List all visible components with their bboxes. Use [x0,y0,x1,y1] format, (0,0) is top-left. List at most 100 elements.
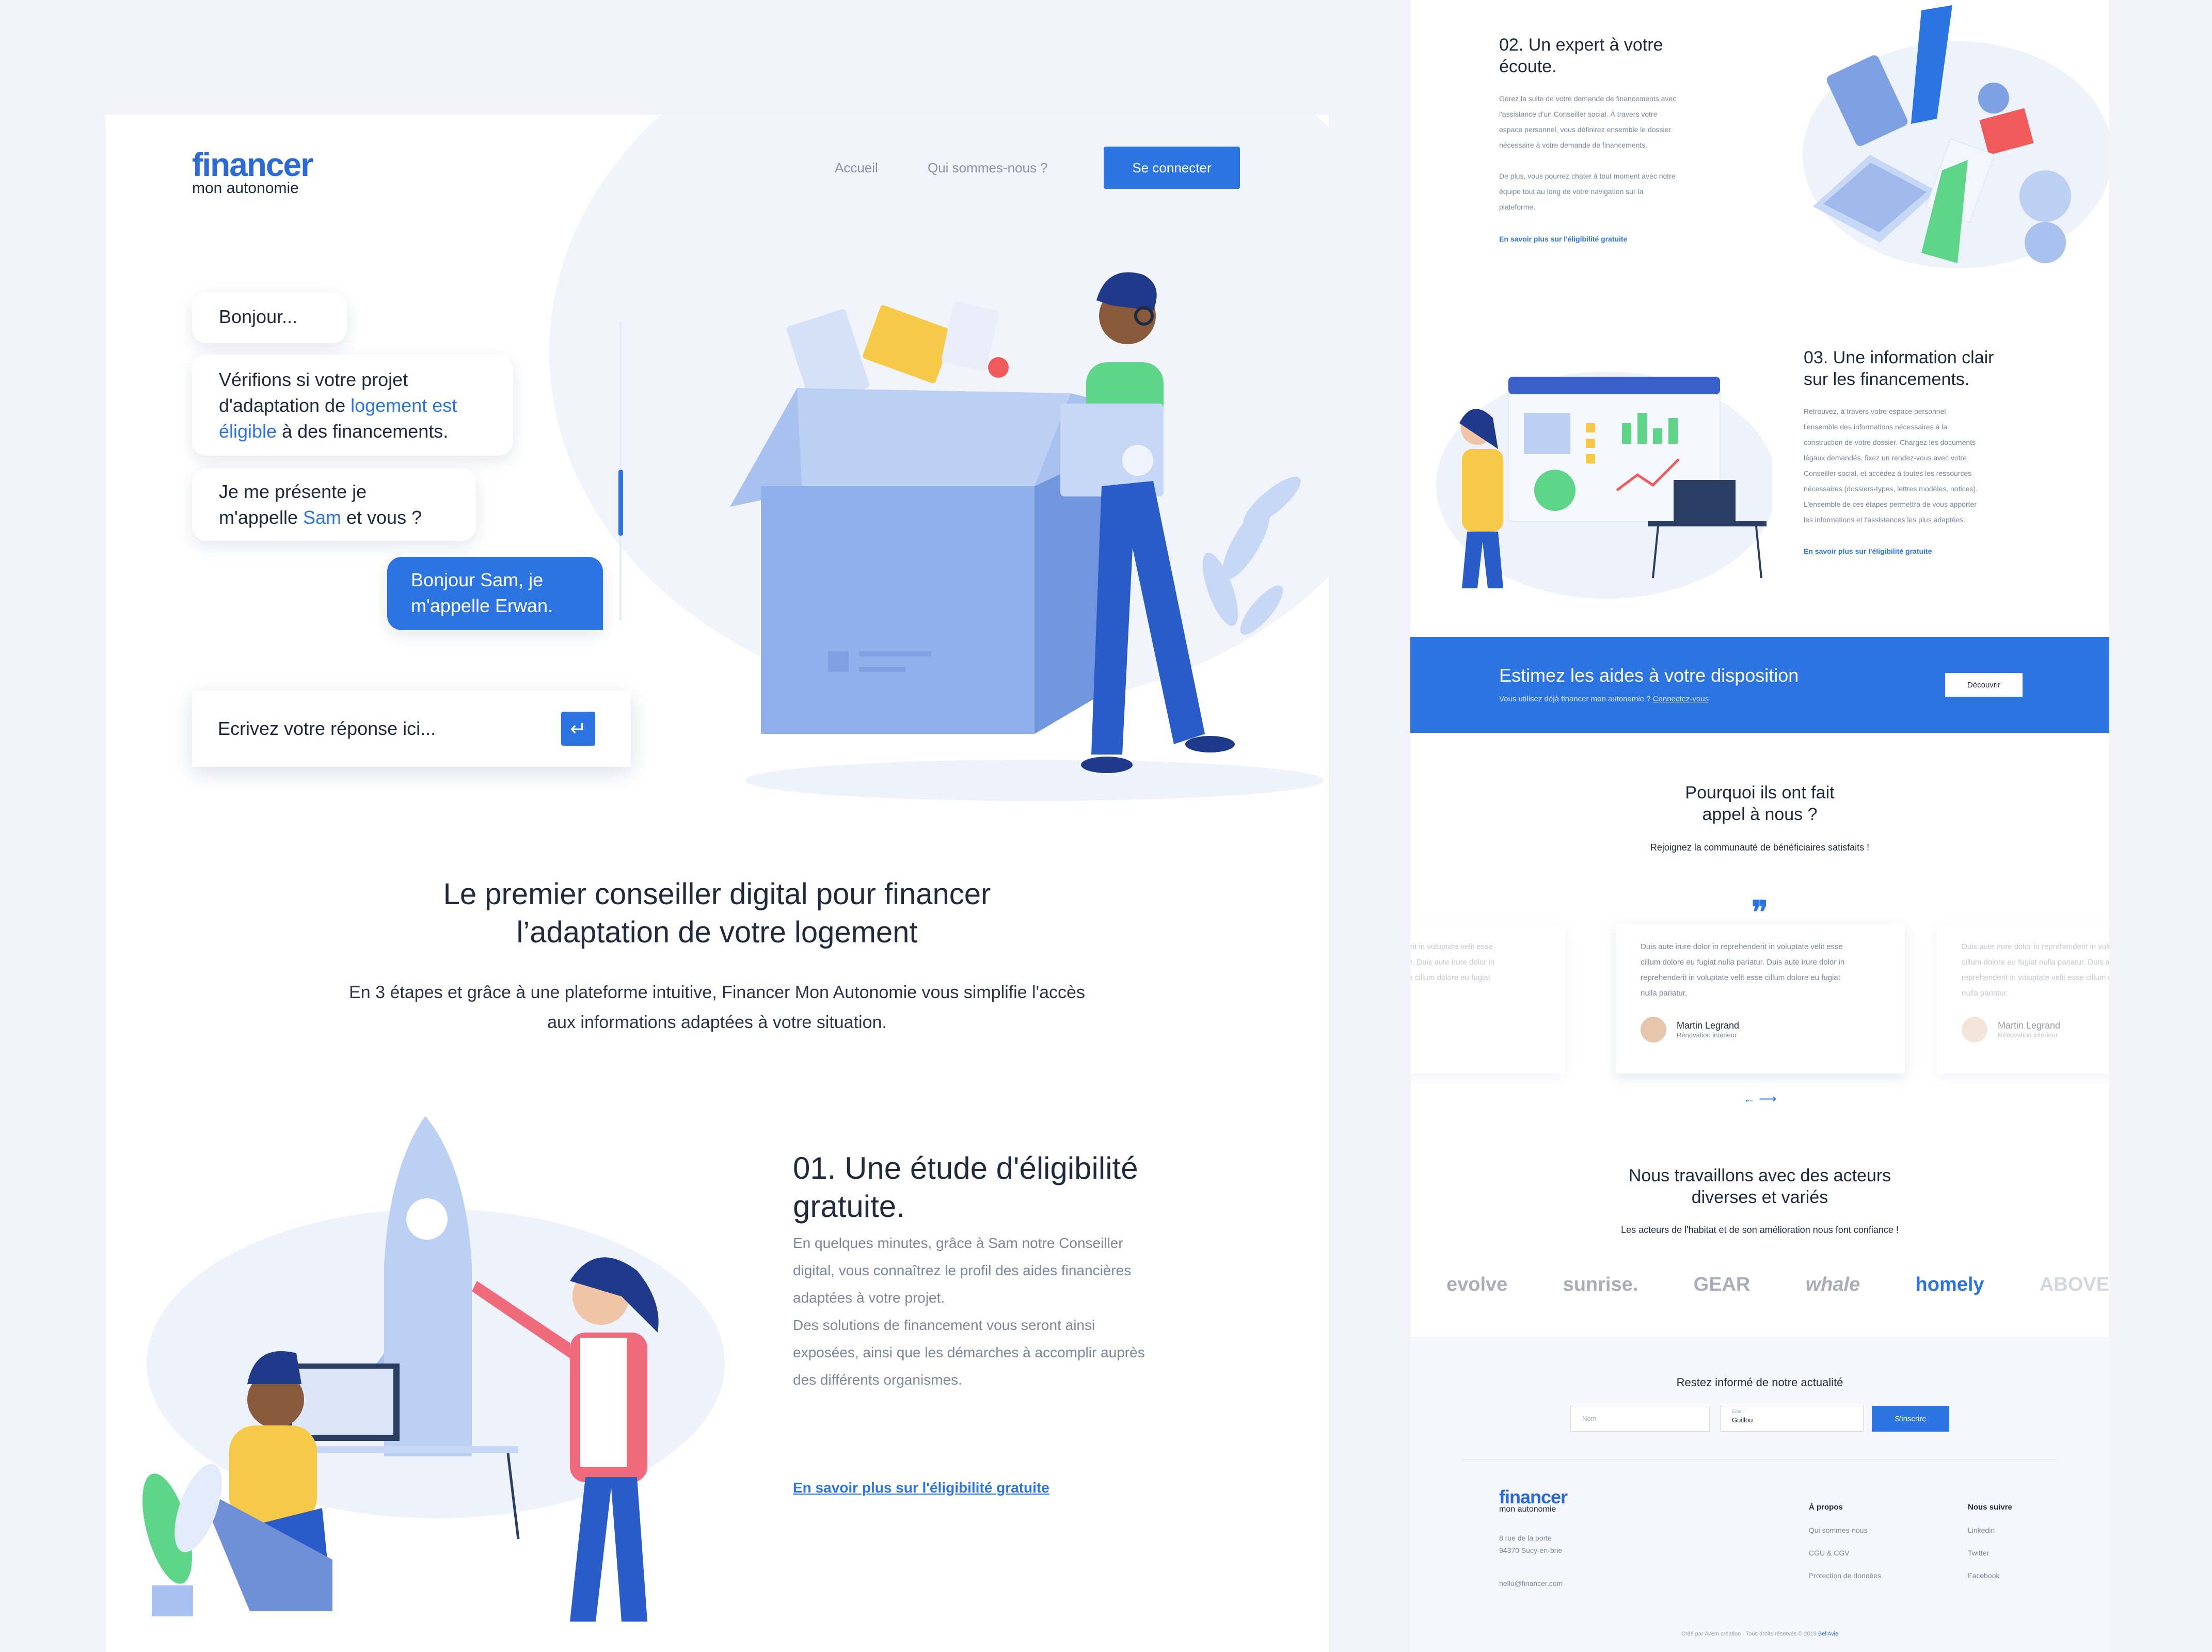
plant-icon [142,1464,222,1616]
step3-text-line: l'ensemble des informations nécessaires … [1804,423,1948,431]
partners-title: Nous travaillons avec des acteurs divers… [1410,1165,2109,1208]
carousel-arrows[interactable]: ← ⟶ [1410,1092,2109,1106]
footer: Restez informé de notre actualité Nom Em… [1410,1337,2109,1652]
step1-text-line: digital, vous connaîtrez le profil des a… [793,1262,1132,1278]
footer-divider [1462,1459,2058,1460]
logo-subtext: mon autonomie [192,180,299,197]
intro-text: En 3 étapes et grâce à une plateforme in… [105,977,1329,1037]
footer-email[interactable]: hello@financer.com [1499,1579,1563,1587]
plant-icon [1202,476,1301,635]
chat-bubble-intro: Je me présente je m'appelle Sam et vous … [192,469,476,541]
enter-icon: ↵ [570,718,586,740]
step1-text-line: adaptées à votre projet. [793,1290,945,1306]
nav-link-about[interactable]: Qui sommes-nous ? [928,160,1048,176]
testimonial-name: Martin Legrand [1998,1020,2061,1031]
partners-title-line: diverses et variés [1691,1188,1828,1207]
step2-text-line: plateforme. [1499,203,1536,211]
step3-illustration [1436,372,1772,599]
testimonial-role: Rénovation intérieur [1677,1031,1737,1039]
step3-text-line: Conseiller social, et accédez à toutes l… [1804,469,1972,477]
footer-link-facebook[interactable]: Facebook [1968,1564,2012,1587]
nav-link-accueil[interactable]: Accueil [835,160,878,176]
chat-text: Vérifions si votre projet [219,369,408,390]
chat-bubble-greeting: Bonjour... [192,293,347,343]
quote-icon: ❞ [1751,895,1769,929]
step2-text-line: nécessaire à votre demande de financemen… [1499,141,1648,149]
testimonial-role: Rénovation intérieur [1998,1031,2058,1039]
testimonial-card-prev[interactable]: Duis aute irure dolor in reprehenderit i… [1410,924,1565,1073]
testimonials-subtitle: Rejoignez la communauté de bénéficiaires… [1650,842,1870,853]
testimonial-name: Martin Legrand [1410,1012,1540,1022]
logo[interactable]: financer mon autonomie [192,146,313,197]
footer-link-twitter[interactable]: Twitter [1968,1542,2012,1564]
copyright-link[interactable]: Bel'Avie [1818,1631,1838,1637]
step3-text-line: légaux demandés, fixez un rendez-vous av… [1804,454,1967,462]
testimonial-card-next[interactable]: Duis aute irure dolor in reprehenderit i… [1937,924,2109,1073]
testimonial-card-active[interactable]: Duis aute irure dolor in reprehenderit i… [1616,924,1905,1073]
intro-title-line: l’adaptation de votre logement [516,916,918,949]
testimonial-text-line: nulla pariatur. [1641,989,1688,998]
step2-title: 02. Un expert à votre écoute. [1499,34,1716,77]
testimonial-text-line: cillum dolore eu fugiat nulla pariatur. … [1962,958,2109,967]
step1-text-line: En quelques minutes, grâce à Sam notre C… [793,1235,1123,1251]
copyright: Créé par Avem création - Tous droits rés… [1410,1631,2109,1637]
step3-text-line: les informations et l'assistances les pl… [1804,516,1966,524]
step1-text-line: Des solutions de financement vous seront… [793,1317,1095,1333]
avatar [1641,1017,1666,1042]
cup-icon [1978,83,2009,114]
step2-link[interactable]: En savoir plus sur l'éligibilité gratuit… [1499,235,1627,243]
send-button[interactable]: ↵ [561,712,595,746]
testimonial-text: Duis aute irure dolor in reprehenderit i… [1410,939,1540,986]
newsletter-email-input[interactable]: Email Guillou [1720,1406,1864,1432]
step1-title-line: 01. Une étude d'éligibilité [793,1151,1138,1185]
chat-bubble-user-reply: Bonjour Sam, je m'appelle Erwan. [387,557,603,630]
connect-link[interactable]: Connectez-vous [1653,695,1709,703]
step2-title-line: écoute. [1499,57,1557,76]
testimonial-text-line: reprehenderit in voluptate velit esse ci… [1962,973,2109,982]
copyright-text: Créé par Avem création - Tous droits rés… [1681,1631,1817,1637]
footer-address: 8 rue de la porte 94370 Sucy-en-brie [1499,1532,1562,1557]
testimonial-text-line: reprehenderit in voluptate velit esse ci… [1410,973,1490,982]
address-line: 94370 Sucy-en-brie [1499,1546,1563,1554]
step1-illustration [142,1116,725,1622]
chat-text: m'appelle Erwan. [411,595,553,616]
cta-title: Estimez les aides à votre disposition [1499,665,1799,686]
discover-button[interactable]: Découvrir [1945,673,2023,697]
newsletter-title: Restez informé de notre actualité [1676,1376,1843,1389]
testimonial-text-line: Duis aute irure dolor in reprehenderit i… [1641,942,1843,951]
landing-page-continued: 02. Un expert à votre écoute. Gérez la s… [1410,0,2109,1652]
chat-text: m'appelle [219,507,303,528]
intro-text-line: aux informations adaptées à votre situat… [547,1013,887,1032]
chat-highlight: Sam [303,507,341,528]
step3-text: Retrouvez, à travers votre espace person… [1804,404,2036,527]
login-button[interactable]: Se connecter [1104,147,1240,189]
testimonials-title-line: Pourquoi ils ont fait [1685,783,1835,803]
email-value: Guillou [1732,1416,1753,1424]
testimonial-text: Duis aute irure dolor in reprehenderit i… [1641,939,1880,1001]
footer-link-about[interactable]: Qui sommes-nous [1809,1519,1881,1542]
footer-link-cgu[interactable]: CGU & CGV [1809,1542,1881,1564]
step2-text-line: l'assistance d'un Conseiller social. À t… [1499,110,1658,118]
footer-logo[interactable]: financer mon autonomie [1499,1486,1568,1514]
partner-logo-sunrise: sunrise. [1563,1274,1638,1295]
cta-sub-text: Vous utilisez déjà financer mon autonomi… [1499,695,1651,703]
testimonial-text-line: cillum dolore eu fugiat nulla pariatur. … [1410,958,1495,967]
step3-link[interactable]: En savoir plus sur l'éligibilité gratuit… [1804,547,1932,555]
footer-link-linkedin[interactable]: Linkedin [1968,1519,2012,1542]
chat-text: Bonjour... [219,306,298,327]
step2-text-line: équipe tout au long de votre navigation … [1499,187,1644,196]
step3-text-line: nécessaires (dossiers-types, lettres mod… [1804,485,1978,493]
footer-column-title: Nous suivre [1968,1503,2012,1512]
testimonial-name: Martin Legrand [1677,1020,1740,1031]
chat-text: d'adaptation de [219,395,351,416]
intro-title-line: Le premier conseiller digital pour finan… [443,877,991,911]
step1-link[interactable]: En savoir plus sur l'éligibilité gratuit… [793,1480,1049,1496]
intro-text-line: En 3 étapes et grâce à une plateforme in… [349,983,1085,1002]
step1-text-line: des différents organismes. [793,1372,962,1388]
testimonial-text-line: Duis aute irure dolor in reprehenderit i… [1962,942,2109,951]
newsletter-name-input[interactable]: Nom [1570,1406,1710,1432]
footer-link-privacy[interactable]: Protection de données [1809,1564,1881,1587]
chat-scrollbar-thumb[interactable] [618,470,623,536]
step2-text: Gérez la suite de votre demande de finan… [1499,91,1716,215]
subscribe-button[interactable]: S'inscrire [1872,1406,1949,1432]
